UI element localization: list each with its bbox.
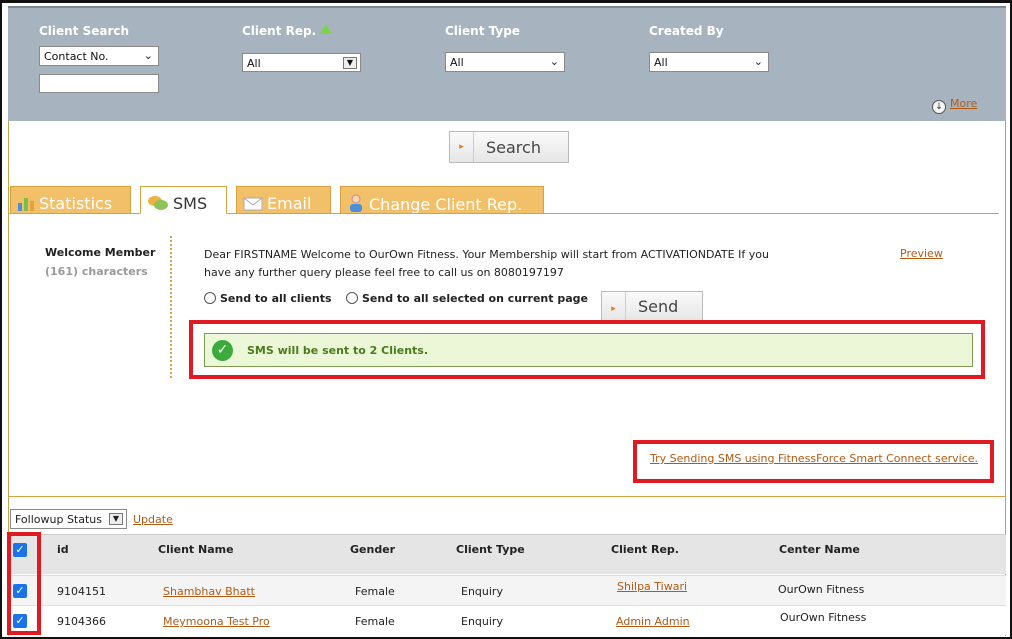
radio-send-selected-label: Send to all selected on current page bbox=[362, 292, 588, 305]
chevron-down-icon: ⌄ bbox=[753, 55, 763, 68]
created-by-value: All bbox=[654, 56, 668, 69]
sms-message: Dear FIRSTNAME Welcome to OurOwn Fitness… bbox=[204, 246, 804, 282]
sort-up-icon[interactable] bbox=[320, 24, 333, 34]
play-arrow-icon: ▸ bbox=[450, 132, 474, 162]
radio-send-all-label: Send to all clients bbox=[220, 292, 332, 305]
more-filters[interactable]: ↓ More bbox=[932, 97, 977, 114]
tab-email[interactable]: Email bbox=[236, 186, 331, 214]
client-search-input[interactable] bbox=[39, 74, 159, 93]
cell-gender: Female bbox=[355, 585, 395, 598]
success-message-box: ✓ SMS will be sent to 2 Clients. bbox=[204, 333, 973, 367]
cell-id: 9104366 bbox=[57, 615, 106, 628]
tab-change-client-rep[interactable]: Change Client Rep. bbox=[340, 186, 544, 214]
dropdown-arrow-icon: ▼ bbox=[109, 513, 123, 525]
cell-id: 9104151 bbox=[57, 585, 106, 598]
chevron-down-icon: ⌄ bbox=[143, 49, 153, 62]
followup-status-select[interactable]: Followup Status ▼ bbox=[10, 509, 127, 529]
sms-template-name: Welcome Member bbox=[45, 246, 156, 259]
column-header-client-rep[interactable]: Client Rep. bbox=[611, 543, 679, 556]
smart-connect-link[interactable]: Try Sending SMS using FitnessForce Smart… bbox=[650, 452, 978, 465]
send-button[interactable]: ▸ Send bbox=[601, 291, 703, 321]
cell-client-name[interactable]: Shambhav Bhatt bbox=[163, 585, 255, 598]
radio-send-all[interactable]: Send to all clients bbox=[204, 292, 332, 305]
client-search-value: Contact No. bbox=[44, 50, 109, 63]
dropdown-arrow-icon: ▼ bbox=[343, 57, 357, 69]
panel-divider bbox=[8, 496, 1006, 497]
column-header-client-name[interactable]: Client Name bbox=[158, 543, 234, 556]
search-button[interactable]: ▸ Search bbox=[449, 131, 569, 163]
client-rep-select[interactable]: All ▼ bbox=[242, 53, 361, 72]
client-search-select[interactable]: Contact No. ⌄ bbox=[39, 46, 159, 66]
column-header-client-type[interactable]: Client Type bbox=[456, 543, 525, 556]
cell-client-type: Enquiry bbox=[461, 585, 503, 598]
sms-char-count: (161) characters bbox=[45, 265, 148, 278]
radio-button[interactable] bbox=[346, 292, 358, 304]
column-header-id[interactable]: id bbox=[57, 543, 69, 556]
client-search-label: Client Search bbox=[39, 24, 130, 38]
preview-link[interactable]: Preview bbox=[900, 247, 943, 260]
client-type-label: Client Type bbox=[445, 24, 520, 38]
created-by-select[interactable]: All ⌄ bbox=[649, 52, 769, 72]
search-button-label: Search bbox=[486, 138, 541, 157]
highlight-box-checkboxes bbox=[7, 532, 41, 635]
sms-message-line-1: Dear FIRSTNAME Welcome to OurOwn Fitness… bbox=[204, 248, 769, 261]
client-rep-label: Client Rep. bbox=[242, 24, 333, 38]
bar-chart-icon bbox=[17, 195, 35, 215]
dotted-separator bbox=[170, 236, 173, 378]
radio-send-selected[interactable]: Send to all selected on current page bbox=[346, 292, 588, 305]
sms-message-line-2: have any further query please feel free … bbox=[204, 266, 564, 279]
chat-bubbles-icon bbox=[147, 195, 169, 215]
client-type-select[interactable]: All ⌄ bbox=[445, 52, 565, 72]
cell-client-rep[interactable]: Shilpa Tiwari bbox=[617, 580, 687, 593]
cell-client-type: Enquiry bbox=[461, 615, 503, 628]
tab-sms[interactable]: SMS bbox=[140, 186, 227, 214]
cell-client-name[interactable]: Meymoona Test Pro bbox=[163, 615, 270, 628]
tab-statistics[interactable]: Statistics bbox=[10, 186, 131, 214]
tab-sms-label: SMS bbox=[173, 194, 208, 213]
send-button-label: Send bbox=[638, 297, 679, 316]
arrow-down-circle-icon[interactable]: ↓ bbox=[932, 100, 946, 114]
tab-change-client-rep-label: Change Client Rep. bbox=[369, 195, 523, 214]
column-header-gender[interactable]: Gender bbox=[350, 543, 395, 556]
radio-button[interactable] bbox=[204, 292, 216, 304]
cell-gender: Female bbox=[355, 615, 395, 628]
column-header-center-name[interactable]: Center Name bbox=[779, 543, 860, 556]
cell-center-name: OurOwn Fitness bbox=[780, 611, 867, 624]
cell-client-rep[interactable]: Admin Admin bbox=[616, 615, 690, 628]
play-arrow-icon: ▸ bbox=[602, 292, 626, 320]
followup-status-value: Followup Status bbox=[15, 513, 103, 526]
check-circle-icon: ✓ bbox=[212, 340, 233, 361]
tab-statistics-label: Statistics bbox=[39, 194, 113, 213]
chevron-down-icon: ⌄ bbox=[549, 55, 559, 68]
client-type-value: All bbox=[450, 56, 464, 69]
more-link[interactable]: More bbox=[950, 97, 977, 110]
success-message: SMS will be sent to 2 Clients. bbox=[247, 344, 429, 357]
client-rep-label-text: Client Rep. bbox=[242, 24, 317, 38]
update-link[interactable]: Update bbox=[133, 513, 173, 526]
client-rep-value: All bbox=[247, 57, 261, 70]
cell-center-name: OurOwn Fitness bbox=[778, 583, 865, 596]
created-by-label: Created By bbox=[649, 24, 724, 38]
tab-email-label: Email bbox=[267, 194, 312, 213]
